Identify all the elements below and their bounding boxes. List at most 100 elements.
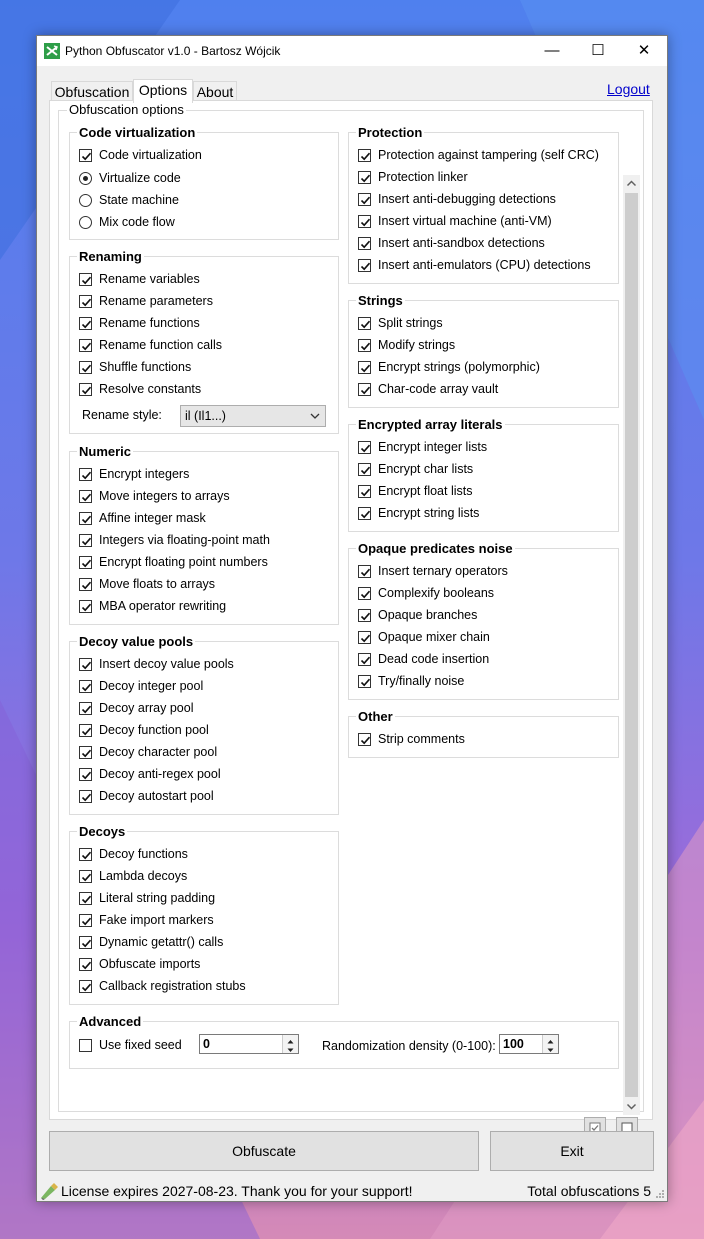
rename-style-dropdown[interactable]: il (Il1...) (180, 405, 326, 427)
checkbox-box[interactable] (358, 631, 371, 644)
checkbox-box[interactable] (79, 295, 92, 308)
checkbox-box[interactable] (79, 892, 92, 905)
checkbox-box[interactable] (79, 556, 92, 569)
checkbox-box[interactable] (358, 463, 371, 476)
checkbox-box[interactable] (358, 259, 371, 272)
group-strings: Strings Split strings Modify strings Encryp… (348, 293, 619, 408)
spin-up-icon[interactable] (543, 1035, 558, 1044)
seed-spin-arrows[interactable] (282, 1035, 298, 1053)
checkbox-box[interactable] (358, 587, 371, 600)
radio-button[interactable] (79, 216, 92, 229)
checkbox-box[interactable] (358, 609, 371, 622)
checkbox-label: Opaque branches (378, 608, 478, 622)
radio-label: Mix code flow (99, 215, 175, 229)
checkbox-label: Decoy functions (99, 847, 188, 861)
checkbox-box[interactable] (79, 339, 92, 352)
checkbox-box[interactable] (79, 768, 92, 781)
checkbox-box[interactable] (358, 237, 371, 250)
density-spinbox[interactable]: 100 (499, 1034, 559, 1054)
checkbox-box[interactable] (79, 383, 92, 396)
app-icon (44, 43, 60, 59)
checkbox-label: Dynamic getattr() calls (99, 935, 224, 949)
scrollbar-thumb[interactable] (625, 193, 638, 1097)
scroll-down-icon[interactable] (623, 1098, 640, 1115)
checkbox-box[interactable] (79, 870, 92, 883)
checkbox-box[interactable] (79, 578, 92, 591)
checkbox-box[interactable] (79, 490, 92, 503)
group-title: Numeric (77, 444, 134, 459)
checkbox-box[interactable] (79, 273, 92, 286)
density-spin-arrows[interactable] (542, 1035, 558, 1053)
seed-spinbox[interactable]: 0 (199, 1034, 299, 1054)
close-button[interactable]: ✕ (621, 36, 667, 66)
checkbox-box[interactable] (358, 565, 371, 578)
checkbox-box[interactable] (358, 653, 371, 666)
checkbox-box[interactable] (79, 936, 92, 949)
checkbox-label: Decoy autostart pool (99, 789, 214, 803)
checkbox-box[interactable] (79, 958, 92, 971)
checkbox-label: Insert decoy value pools (99, 657, 234, 671)
tab-options[interactable]: Options (133, 79, 193, 103)
tab-about[interactable]: About (193, 81, 237, 101)
checkbox-box[interactable] (79, 914, 92, 927)
group-other: Other Strip comments (348, 709, 619, 758)
checkbox-box[interactable] (358, 317, 371, 330)
logout-link[interactable]: Logout (607, 81, 650, 97)
checkbox-box[interactable] (79, 512, 92, 525)
checkbox-box[interactable] (79, 980, 92, 993)
minimize-button[interactable]: — (529, 36, 575, 66)
checkbox-label: Try/finally noise (378, 674, 465, 688)
spin-down-icon[interactable] (543, 1044, 558, 1053)
checkbox-box[interactable] (358, 171, 371, 184)
checkbox-box[interactable] (79, 680, 92, 693)
checkbox-box[interactable] (79, 724, 92, 737)
checkbox-label: Decoy integer pool (99, 679, 204, 693)
group-encrypted-array-literals: Encrypted array literals Encrypt integer … (348, 417, 619, 532)
checkbox-box[interactable] (79, 702, 92, 715)
checkbox-box[interactable] (79, 600, 92, 613)
checkbox-box[interactable] (358, 485, 371, 498)
exit-button[interactable]: Exit (490, 1131, 654, 1171)
checkbox-label: Rename function calls (99, 338, 222, 352)
maximize-button[interactable]: ☐ (575, 36, 621, 66)
checkbox-box[interactable] (79, 534, 92, 547)
scroll-up-icon[interactable] (623, 175, 640, 192)
group-title: Code virtualization (77, 125, 198, 140)
checkbox-box[interactable] (79, 790, 92, 803)
spin-up-icon[interactable] (283, 1035, 298, 1044)
group-title: Protection (356, 125, 425, 140)
checkbox-box[interactable] (358, 193, 371, 206)
title-bar[interactable]: Python Obfuscator v1.0 - Bartosz Wójcik … (37, 36, 667, 66)
checkbox-box[interactable] (79, 149, 92, 162)
checkbox-box[interactable] (358, 507, 371, 520)
spin-down-icon[interactable] (283, 1044, 298, 1053)
obfuscate-button[interactable]: Obfuscate (49, 1131, 479, 1171)
checkbox-box[interactable] (358, 149, 371, 162)
checkbox-label: Split strings (378, 316, 443, 330)
checkbox-box[interactable] (79, 746, 92, 759)
checkbox-label: Move integers to arrays (99, 489, 230, 503)
checkbox-label: Encrypt char lists (378, 462, 474, 476)
checkbox-label: Encrypt integers (99, 467, 190, 481)
checkbox-box[interactable] (79, 848, 92, 861)
radio-button[interactable] (79, 172, 92, 185)
checkbox-box[interactable] (79, 658, 92, 671)
checkbox-box[interactable] (358, 441, 371, 454)
vertical-scrollbar[interactable] (623, 175, 640, 1115)
group-renaming: Renaming Rename style: il (Il1...) Renam… (69, 249, 339, 434)
group-decoys: Decoys Decoy functions Lambda decoys Litera… (69, 824, 339, 1005)
resize-grip-icon[interactable] (655, 1189, 665, 1199)
checkbox-box[interactable] (358, 361, 371, 374)
radio-button[interactable] (79, 194, 92, 207)
checkbox-box[interactable] (79, 1039, 92, 1052)
checkbox-box[interactable] (79, 468, 92, 481)
checkbox-box[interactable] (358, 339, 371, 352)
checkbox-box[interactable] (358, 383, 371, 396)
checkbox-box[interactable] (358, 675, 371, 688)
checkbox-label: Obfuscate imports (99, 957, 201, 971)
checkbox-box[interactable] (79, 361, 92, 374)
checkbox-box[interactable] (358, 733, 371, 746)
checkbox-box[interactable] (358, 215, 371, 228)
tab-obfuscation[interactable]: Obfuscation (51, 81, 133, 101)
checkbox-box[interactable] (79, 317, 92, 330)
